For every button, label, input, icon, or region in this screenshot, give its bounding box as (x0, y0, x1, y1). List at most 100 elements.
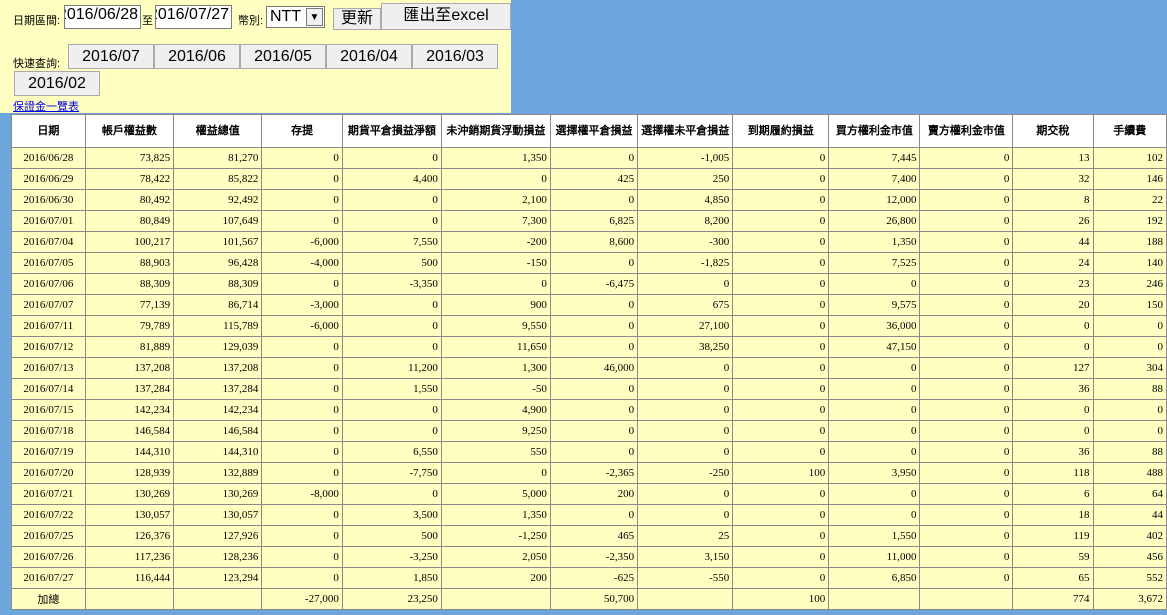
table-cell: 0 (732, 441, 830, 463)
column-header: 到期履約損益 (732, 114, 830, 148)
table-cell: 0 (341, 315, 442, 337)
table-cell: 4,900 (440, 399, 551, 421)
table-cell: 0 (637, 273, 734, 295)
table-cell: 44 (1092, 504, 1167, 526)
table-cell: 11,000 (828, 546, 921, 568)
table-cell: 38,250 (637, 336, 734, 358)
start-date-input[interactable]: 2016/06/28 (64, 5, 141, 29)
table-row: 2016/07/01 80,849 107,649 0 0 7,300 6,825 8,200… (11, 210, 1167, 232)
table-cell: 0 (732, 147, 830, 169)
column-header: 手續費 (1092, 114, 1167, 148)
quick-month-button[interactable]: 2016/06 (154, 44, 240, 69)
table-cell: 0 (261, 357, 343, 379)
equity-table: 日期 帳戶權益數 權益總值 存提 期貨平倉損益淨額 未沖銷期貨浮動損益 選擇權平… (11, 114, 1167, 610)
table-cell: 0 (919, 525, 1014, 547)
chevron-down-icon[interactable]: ▼ (306, 8, 323, 26)
table-row: 2016/06/29 78,422 85,822 0 4,400 0 425 250 0 7,40… (11, 168, 1167, 190)
table-cell: 0 (732, 399, 830, 421)
column-header: 選擇權未平倉損益 (637, 114, 734, 148)
table-cell: 132,889 (173, 462, 263, 484)
table-cell: 2016/07/15 (11, 399, 86, 421)
column-header: 選擇權平倉損益 (549, 114, 639, 148)
table-cell: 0 (261, 168, 343, 190)
table-cell: 0 (341, 483, 442, 505)
table-cell: 80,849 (84, 210, 175, 232)
table-cell: 100 (732, 462, 830, 484)
table-cell: 200 (549, 483, 639, 505)
table-cell: 13 (1012, 147, 1094, 169)
table-cell: 0 (549, 378, 639, 400)
table-cell: -4,000 (261, 252, 343, 274)
table-cell: 0 (828, 483, 921, 505)
table-cell (919, 588, 1014, 610)
table-cell: 0 (1092, 420, 1167, 442)
table-cell: 2016/06/29 (11, 168, 86, 190)
table-cell: 7,525 (828, 252, 921, 274)
table-cell: 0 (341, 399, 442, 421)
table-cell: 0 (732, 420, 830, 442)
table-cell: 2016/07/01 (11, 210, 86, 232)
table-cell: 0 (549, 315, 639, 337)
quick-month-button[interactable]: 2016/03 (412, 44, 498, 69)
table-cell: 88,309 (173, 273, 263, 295)
table-cell: 402 (1092, 525, 1167, 547)
table-cell (828, 588, 921, 610)
table-cell: 86,714 (173, 294, 263, 316)
table-row: 2016/07/21 130,269 130,269 -8,000 0 5,000 200 0… (11, 483, 1167, 505)
table-row: 2016/07/04 100,217 101,567 -6,000 7,550 -200 8… (11, 231, 1167, 253)
table-cell: 0 (732, 483, 830, 505)
quick-month-button[interactable]: 2016/05 (240, 44, 326, 69)
table-cell (637, 588, 734, 610)
table-cell: 80,492 (84, 189, 175, 211)
table-cell: 100,217 (84, 231, 175, 253)
table-cell: -50 (440, 378, 551, 400)
margin-list-link[interactable]: 保證金一覽表 (13, 98, 79, 114)
table-cell: 552 (1092, 567, 1167, 589)
table-cell: 88 (1092, 441, 1167, 463)
table-cell: 0 (440, 273, 551, 295)
table-cell: 0 (919, 189, 1014, 211)
table-cell: 1,350 (440, 504, 551, 526)
table-row: 2016/07/07 77,139 86,714 -3,000 0 900 0 675 0 9,5… (11, 294, 1167, 316)
table-cell: 2,100 (440, 189, 551, 211)
table-cell: 50,700 (549, 588, 639, 610)
table-cell: 250 (637, 168, 734, 190)
table-cell: 5,000 (440, 483, 551, 505)
table-cell: -2,365 (549, 462, 639, 484)
table-cell: 2016/07/14 (11, 378, 86, 400)
end-date-input[interactable]: 2016/07/27 (155, 5, 232, 29)
quick-month-button[interactable]: 2016/02 (14, 71, 100, 96)
table-cell: 46,000 (549, 357, 639, 379)
table-cell: 0 (261, 273, 343, 295)
table-cell: 101,567 (173, 231, 263, 253)
table-cell: 126,376 (84, 525, 175, 547)
table-cell: 0 (919, 231, 1014, 253)
refresh-button[interactable]: 更新 (333, 8, 381, 30)
table-cell (173, 588, 263, 610)
table-cell: 96,428 (173, 252, 263, 274)
quick-month-button[interactable]: 2016/07 (68, 44, 154, 69)
table-cell: 488 (1092, 462, 1167, 484)
column-header: 賣方權利金市值 (919, 114, 1014, 148)
export-excel-button[interactable]: 匯出至excel (381, 3, 511, 30)
table-cell: 1,350 (828, 231, 921, 253)
table-cell: 3,672 (1092, 588, 1167, 610)
table-cell: 123,294 (173, 567, 263, 589)
table-cell: 0 (341, 420, 442, 442)
table-cell: 0 (919, 168, 1014, 190)
table-cell: 12,000 (828, 189, 921, 211)
table-cell: 102 (1092, 147, 1167, 169)
currency-select[interactable]: NTT ▼ (266, 6, 325, 28)
table-cell: 1,850 (341, 567, 442, 589)
table-cell: 23,250 (341, 588, 442, 610)
quick-month-button[interactable]: 2016/04 (326, 44, 412, 69)
table-cell: 2016/06/28 (11, 147, 86, 169)
table-cell: -6,000 (261, 315, 343, 337)
table-cell: 36 (1012, 441, 1094, 463)
table-cell: 137,284 (173, 378, 263, 400)
table-cell: 79,789 (84, 315, 175, 337)
table-cell: 0 (919, 252, 1014, 274)
table-cell: 0 (261, 546, 343, 568)
table-row: 2016/07/12 81,889 129,039 0 0 11,650 0 38,250 0 4… (11, 336, 1167, 358)
table-cell: 0 (1092, 336, 1167, 358)
